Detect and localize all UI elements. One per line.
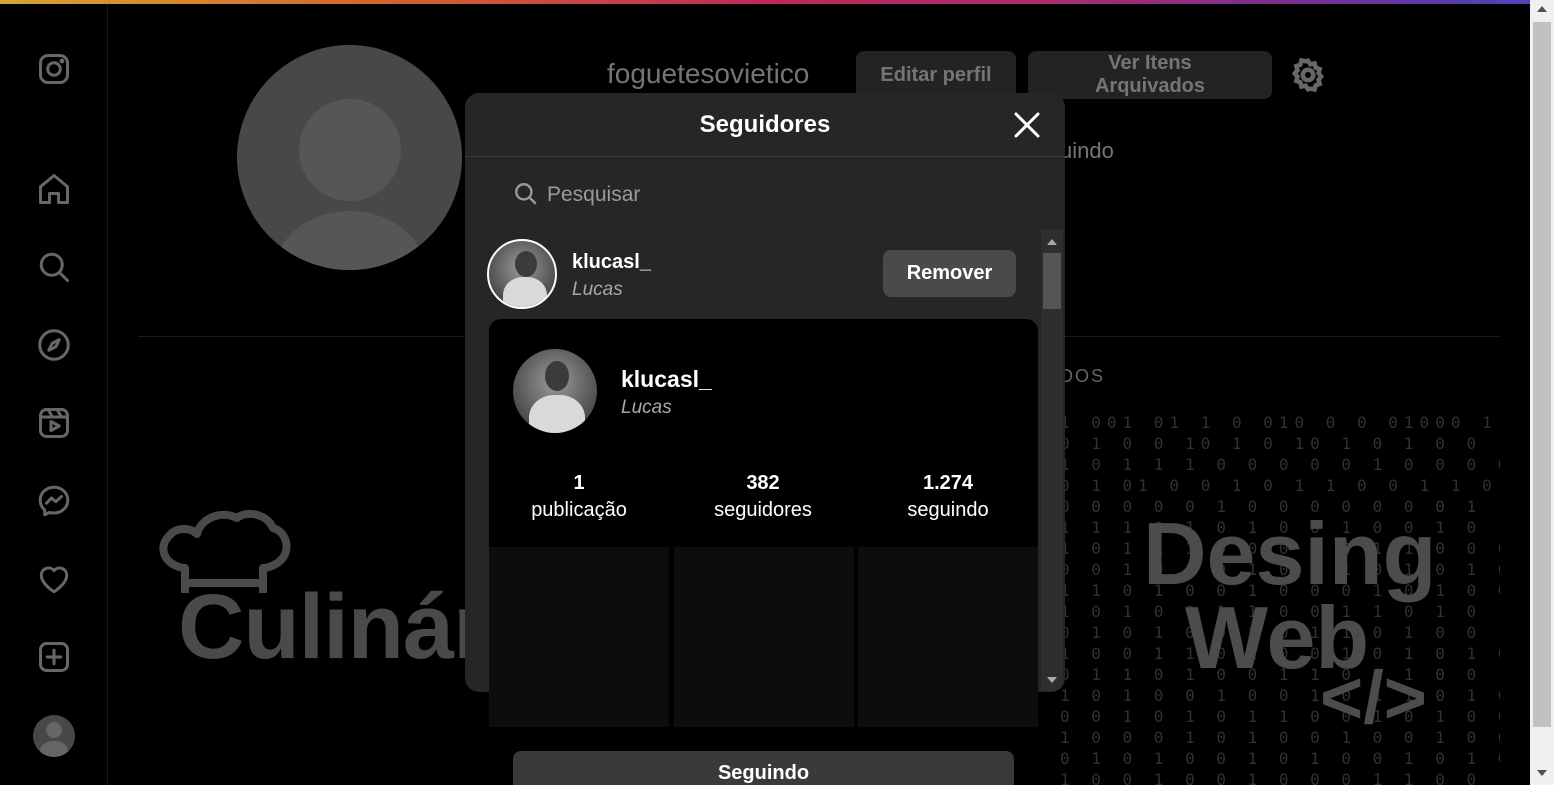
modal-header: Seguidores xyxy=(465,93,1065,157)
stat-posts-label: publicação xyxy=(531,499,627,521)
stat-following-value: 1.274 xyxy=(922,472,974,494)
hover-card-avatar-body xyxy=(529,395,585,433)
stat-posts: 1 publicação xyxy=(489,470,669,524)
modal-scroll-up-icon[interactable] xyxy=(1047,239,1057,245)
remove-button[interactable]: Remover xyxy=(883,250,1016,297)
search-bar xyxy=(511,178,991,212)
stat-followers-value: 382 xyxy=(746,472,780,494)
profile-hover-card: klucasl_ Lucas 1 publicação 382 seguidor… xyxy=(489,319,1038,785)
hover-card-avatar[interactable] xyxy=(513,349,597,433)
follower-avatar-head xyxy=(515,251,537,277)
stat-posts-value: 1 xyxy=(573,472,585,494)
stat-following: 1.274 seguindo xyxy=(858,470,1038,524)
post-thumbnail[interactable] xyxy=(674,547,854,727)
page-scrollbar[interactable] xyxy=(1530,0,1554,785)
modal-scrollbar-thumb[interactable] xyxy=(1043,253,1061,309)
hover-card-avatar-head xyxy=(545,361,569,391)
post-thumbnail[interactable] xyxy=(489,547,669,727)
close-icon[interactable] xyxy=(1011,109,1043,141)
follower-username[interactable]: klucasl_ xyxy=(572,251,651,274)
post-thumbnail[interactable] xyxy=(858,547,1038,727)
page-scrollbar-thumb[interactable] xyxy=(1533,22,1551,727)
modal-scroll-down-icon[interactable] xyxy=(1047,677,1057,683)
follower-name: Lucas xyxy=(572,279,623,300)
hover-card-post-grid xyxy=(489,547,1038,727)
search-icon xyxy=(515,183,537,205)
scroll-up-arrow-icon[interactable] xyxy=(1537,6,1547,12)
follower-avatar-body xyxy=(503,277,547,307)
hover-card-name: Lucas xyxy=(621,397,672,418)
stat-following-label: seguindo xyxy=(907,499,989,521)
follower-list-item[interactable]: klucasl_ Lucas Remover xyxy=(487,239,1017,311)
follower-avatar[interactable] xyxy=(487,239,557,309)
stat-followers-label: seguidores xyxy=(714,499,812,521)
search-input[interactable] xyxy=(547,178,987,212)
modal-scrollbar[interactable] xyxy=(1041,229,1063,691)
hover-card-username[interactable]: klucasl_ xyxy=(621,366,712,393)
following-button[interactable]: Seguindo xyxy=(513,751,1014,785)
scroll-down-arrow-icon[interactable] xyxy=(1537,770,1547,776)
stat-followers: 382 seguidores xyxy=(673,470,853,524)
modal-title: Seguidores xyxy=(699,111,831,138)
